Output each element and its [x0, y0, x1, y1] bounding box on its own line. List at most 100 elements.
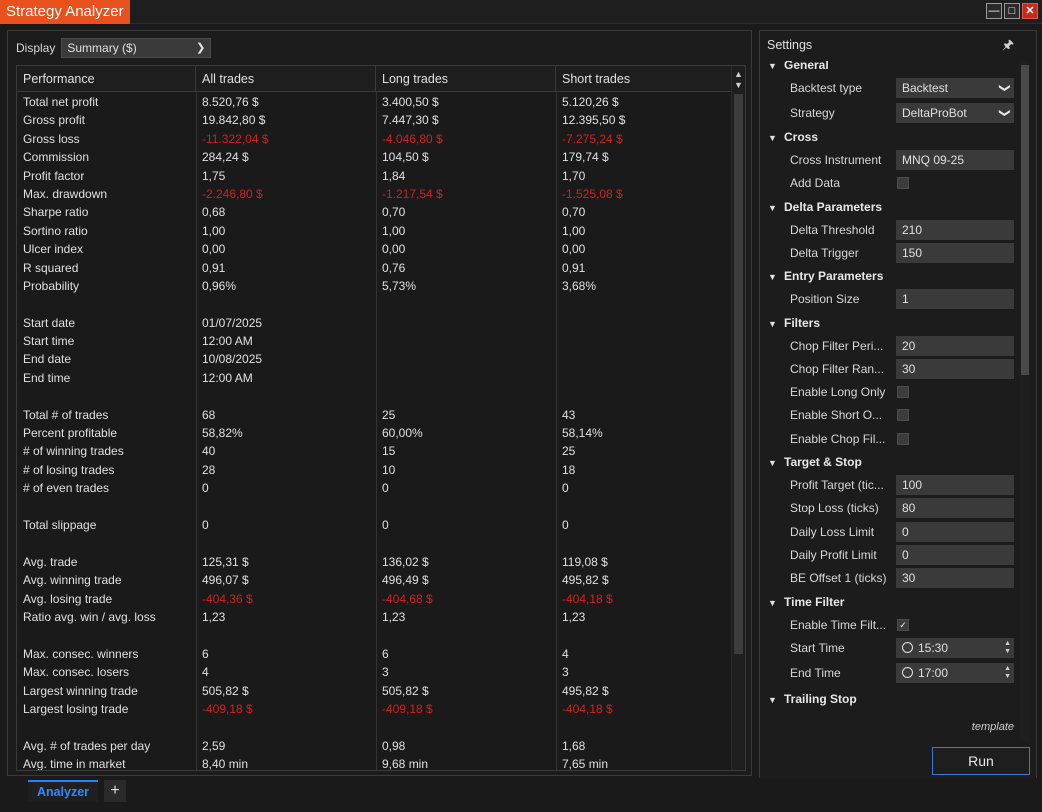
cell-long-trades: 104,50 $: [382, 150, 429, 165]
property-input[interactable]: 210: [896, 219, 1014, 240]
spinner-arrows-icon[interactable]: ▲ ▼: [1004, 640, 1011, 656]
cell-short-trades: [556, 369, 733, 387]
table-row: Gross loss -11.322,04 $ -4.046,80 $ -7.275,…: [17, 130, 733, 148]
cell-short-trades: 5.120,26 $: [562, 95, 619, 109]
table-row: # of losing trades 28 10 18: [17, 461, 733, 479]
category-general[interactable]: ▼ General: [760, 61, 829, 76]
cell-all-trades: -2.246,80 $: [202, 186, 263, 201]
property-input[interactable]: 30: [896, 568, 1014, 589]
scroll-down-icon[interactable]: ▼: [734, 80, 743, 90]
display-select-value: Summary ($): [67, 41, 137, 55]
table-row: [17, 295, 733, 313]
cell-short-trades: 3: [562, 665, 569, 680]
table-row: # of even trades 0 0 0: [17, 479, 733, 497]
property-input[interactable]: 20: [896, 335, 1014, 356]
property-input[interactable]: 0: [896, 521, 1014, 542]
header-long-trades[interactable]: Long trades: [376, 66, 556, 92]
collapse-triangle-icon[interactable]: ▼: [768, 689, 784, 711]
header-all-trades[interactable]: All trades: [196, 66, 376, 92]
property-input[interactable]: 150: [896, 242, 1014, 263]
collapse-triangle-icon[interactable]: ▼: [768, 127, 784, 149]
property-input[interactable]: 1: [896, 289, 1014, 310]
collapse-triangle-icon[interactable]: ▼: [768, 313, 784, 335]
category-entry-parameters[interactable]: ▼ Entry Parameters: [760, 265, 883, 287]
row-label: Avg. winning trade: [23, 573, 122, 588]
spinner-arrows-icon[interactable]: ▲ ▼: [1004, 665, 1011, 681]
table-row: Max. drawdown -2.246,80 $ -1.217,54 $ -1.52…: [17, 185, 733, 203]
scroll-up-icon[interactable]: ▲: [734, 69, 743, 79]
category-filters[interactable]: ▼ Filters: [760, 312, 820, 334]
cell-long-trades: -4.046,80 $: [382, 131, 443, 146]
cell-all-trades: -11.322,04 $: [202, 131, 269, 146]
category-time-filter[interactable]: ▼ Time Filter: [760, 591, 844, 613]
table-row: Start date 01/07/2025: [17, 314, 733, 332]
table-row: End time 12:00 AM: [17, 369, 733, 387]
property-input[interactable]: 0: [896, 544, 1014, 565]
cell-long-trades: [376, 718, 556, 736]
category-trailing-stop[interactable]: ▼ Trailing Stop: [760, 688, 857, 710]
cell-long-trades: 6: [382, 646, 389, 661]
category-cross[interactable]: ▼ Cross: [760, 126, 818, 148]
settings-scrollbar[interactable]: [1020, 61, 1030, 741]
row-label: Profit factor: [23, 168, 85, 183]
close-icon[interactable]: ✕: [1022, 3, 1038, 19]
table-row: Ulcer index 0,00 0,00 0,00: [17, 240, 733, 258]
cell-long-trades: 25: [382, 407, 396, 422]
pin-icon[interactable]: 🖈: [1002, 31, 1014, 59]
row-label: Gross profit: [23, 113, 86, 128]
property-select[interactable]: DeltaProBot ❯: [896, 102, 1014, 123]
collapse-triangle-icon[interactable]: ▼: [768, 592, 784, 614]
table-row: # of winning trades 40 15 25: [17, 442, 733, 460]
cell-all-trades: 4: [202, 665, 209, 680]
add-tab-button[interactable]: +: [104, 780, 126, 802]
header-short-trades[interactable]: Short trades: [556, 66, 733, 92]
category-target-stop[interactable]: ▼ Target & Stop: [760, 451, 862, 473]
tab-analyzer[interactable]: Analyzer: [28, 780, 98, 802]
property-label: Chop Filter Ran...: [790, 361, 885, 376]
template-link[interactable]: template: [972, 721, 1014, 733]
table-scrollbar[interactable]: ▲ ▼: [731, 66, 745, 770]
row-label: Ratio avg. win / avg. loss: [23, 609, 156, 624]
minimize-icon[interactable]: —: [986, 3, 1002, 19]
collapse-triangle-icon[interactable]: ▼: [768, 197, 784, 219]
table-row: Sortino ratio 1,00 1,00 1,00: [17, 222, 733, 240]
property-label: BE Offset 1 (ticks): [790, 571, 887, 586]
property-select[interactable]: Backtest ❯: [896, 78, 1014, 98]
category-delta-parameters[interactable]: ▼ Delta Parameters: [760, 196, 882, 218]
table-row: Avg. time in market 8,40 min 9,68 min 7,65 …: [17, 755, 733, 771]
cell-short-trades: 7,65 min: [562, 757, 609, 771]
time-input[interactable]: 17:00 ▲ ▼: [896, 663, 1014, 684]
property-value: 150: [902, 245, 923, 260]
checkbox[interactable]: [897, 432, 909, 445]
maximize-icon[interactable]: □: [1004, 3, 1020, 19]
cell-long-trades: [376, 295, 556, 313]
display-select[interactable]: Summary ($) ❯: [61, 38, 212, 58]
cell-long-trades: [376, 498, 556, 516]
row-label: Commission: [23, 150, 90, 165]
cell-long-trades: [376, 332, 556, 350]
checkbox[interactable]: [897, 409, 909, 422]
settings-property-grid: ▼ General Backtest type Backtest ❯ Strategy De…: [760, 61, 1022, 741]
property-label: Daily Profit Limit: [790, 547, 877, 562]
property-value: Backtest: [902, 81, 949, 95]
cell-all-trades: 0,68: [202, 205, 226, 220]
collapse-triangle-icon[interactable]: ▼: [768, 61, 784, 77]
run-button[interactable]: Run: [932, 747, 1030, 775]
category-label: General: [784, 61, 829, 72]
property-input[interactable]: MNQ 09-25: [896, 150, 1014, 170]
collapse-triangle-icon[interactable]: ▼: [768, 266, 784, 288]
property-input[interactable]: 80: [896, 498, 1014, 519]
scrollbar-thumb[interactable]: [734, 94, 743, 654]
checkbox[interactable]: [897, 177, 909, 190]
property-input[interactable]: 30: [896, 358, 1014, 379]
cell-all-trades: 8,40 min: [202, 757, 249, 771]
scrollbar-thumb[interactable]: [1021, 65, 1029, 375]
checkbox-checked[interactable]: ✓: [897, 618, 909, 631]
checkbox[interactable]: [897, 386, 909, 399]
collapse-triangle-icon[interactable]: ▼: [768, 452, 784, 474]
header-performance[interactable]: Performance: [17, 66, 196, 92]
cell-all-trades: [196, 626, 376, 644]
table-row: Largest winning trade 505,82 $ 505,82 $ 495…: [17, 682, 733, 700]
time-input[interactable]: 15:30 ▲ ▼: [896, 637, 1014, 658]
property-input[interactable]: 100: [896, 475, 1014, 495]
